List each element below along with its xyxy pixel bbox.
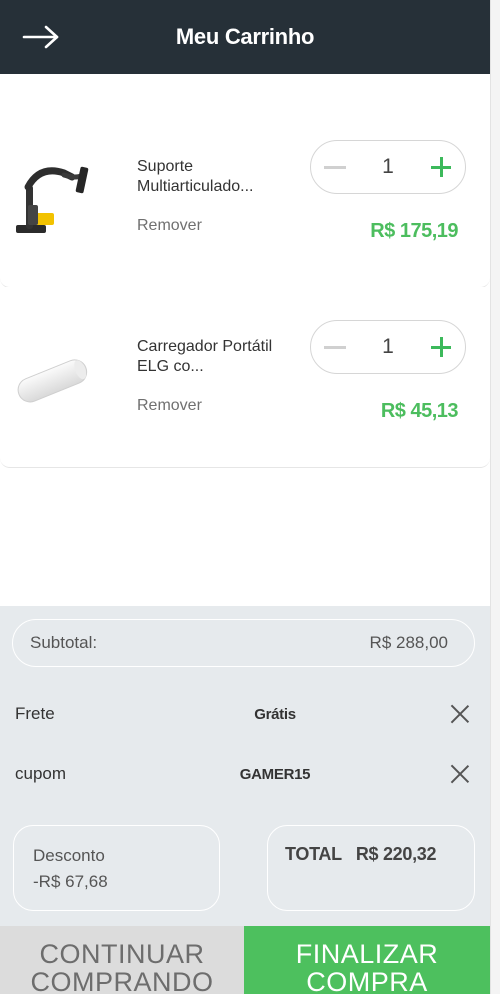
discount-box: Desconto -R$ 67,68 <box>13 825 220 911</box>
minus-icon <box>324 165 346 169</box>
item-price: R$ 45,13 <box>380 400 459 422</box>
quantity-value[interactable]: 1 <box>359 335 417 359</box>
quantity-stepper: 1 <box>310 320 466 374</box>
total-label: TOTAL <box>285 844 342 864</box>
plus-button[interactable] <box>417 321 465 373</box>
arrow-right-icon[interactable] <box>22 22 62 52</box>
cart-item: Carregador Portátil ELG co... Remover 1 … <box>0 287 490 468</box>
quantity-stepper: 1 <box>310 140 466 194</box>
scrollbar-track[interactable] <box>490 0 500 994</box>
remove-button[interactable]: Remover <box>137 397 202 415</box>
remove-button[interactable]: Remover <box>137 217 202 235</box>
shipping-value: Grátis <box>254 705 296 723</box>
shipping-row: Frete Grátis <box>0 694 490 734</box>
close-icon[interactable] <box>450 704 470 724</box>
minus-button[interactable] <box>311 321 359 373</box>
monitor-arm-image <box>16 166 89 233</box>
continue-shopping-button[interactable]: CONTINUAR COMPRANDO <box>0 926 244 994</box>
item-price: R$ 175,19 <box>370 220 458 242</box>
discount-label: Desconto <box>33 846 105 865</box>
plus-button[interactable] <box>417 141 465 193</box>
quantity-value[interactable]: 1 <box>359 155 417 179</box>
total-value: R$ 220,32 <box>355 844 437 864</box>
minus-icon <box>324 345 346 349</box>
checkout-button[interactable]: FINALIZAR COMPRA <box>244 926 490 994</box>
power-bank-image <box>17 359 88 403</box>
cart-item: Suporte Multiarticulado... Remover 1 R$ … <box>0 107 490 288</box>
page-title: Meu Carrinho <box>175 24 315 49</box>
subtotal-box: Subtotal: R$ 288,00 <box>12 619 475 667</box>
item-name[interactable]: Suporte Multiarticulado... <box>137 157 297 197</box>
app-header: Meu Carrinho <box>0 0 490 74</box>
total-box: TOTAL R$ 220,32 <box>267 825 475 911</box>
finish-label-line1: FINALIZAR <box>295 939 439 969</box>
continue-label-line1: CONTINUAR <box>39 939 205 969</box>
discount-value: -R$ 67,68 <box>33 872 108 891</box>
subtotal-value: R$ 288,00 <box>369 633 448 652</box>
close-icon[interactable] <box>450 764 470 784</box>
item-name[interactable]: Carregador Portátil ELG co... <box>137 337 297 377</box>
continue-label-line2: COMPRANDO <box>30 967 214 994</box>
finish-label-line2: COMPRA <box>306 967 428 994</box>
minus-button[interactable] <box>311 141 359 193</box>
subtotal-label: Subtotal: <box>30 633 98 652</box>
coupon-row: cupom GAMER15 <box>0 754 490 794</box>
coupon-value: GAMER15 <box>239 765 311 783</box>
order-summary: Subtotal: R$ 288,00 Frete Grátis cupom G… <box>0 606 490 926</box>
